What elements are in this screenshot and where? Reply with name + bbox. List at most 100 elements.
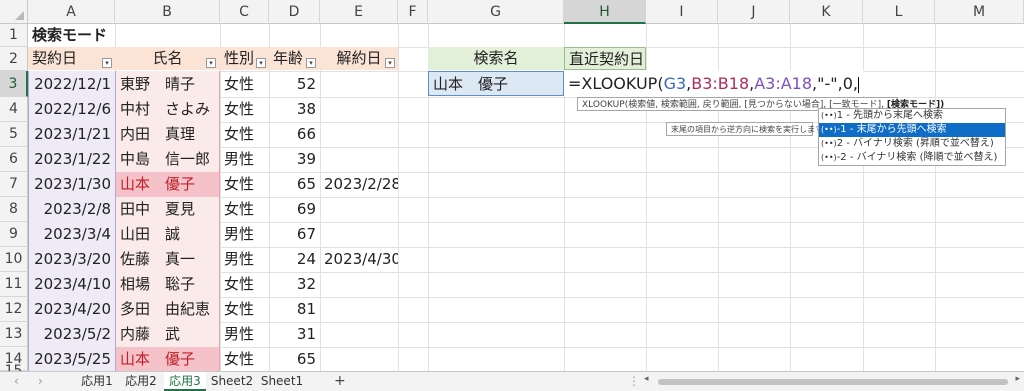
age-cell[interactable]: 32: [269, 272, 320, 297]
filter-button-cancel[interactable]: [385, 58, 395, 68]
prev-sheet-arrow[interactable]: ‹: [14, 372, 19, 391]
age-cell[interactable]: 65: [269, 347, 320, 371]
column-header-C[interactable]: C: [220, 0, 269, 24]
name-cell[interactable]: 山田 誠: [115, 222, 220, 247]
column-header-L[interactable]: L: [863, 0, 935, 24]
scroll-left-arrow[interactable]: ◂: [644, 374, 649, 384]
name-cell[interactable]: 佐藤 真一: [115, 247, 220, 272]
select-all-corner[interactable]: [0, 0, 28, 24]
sheet-tab-応用3[interactable]: 応用3: [164, 372, 206, 391]
name-cell[interactable]: 山本 優子: [115, 172, 220, 197]
filter-button[interactable]: [102, 58, 112, 68]
name-cell[interactable]: 東野 晴子: [115, 71, 220, 97]
cancel-date-cell[interactable]: [320, 147, 398, 172]
contract-date-cell[interactable]: 2023/3/20: [28, 247, 115, 272]
horizontal-scrollbar[interactable]: ◂ ▸: [644, 374, 1020, 387]
age-cell[interactable]: 52: [269, 71, 320, 97]
contract-date-cell[interactable]: 2023/5/2: [28, 322, 115, 347]
age-cell[interactable]: 67: [269, 222, 320, 247]
cancel-date-cell[interactable]: 2023/2/28: [320, 172, 398, 197]
sheet-tab-応用2[interactable]: 応用2: [120, 372, 162, 391]
contract-date-cell[interactable]: 2022/12/6: [28, 97, 115, 122]
formula-edit-cell[interactable]: =XLOOKUP(G3,B3:B18,A3:A18,"-",0,: [564, 71, 864, 96]
sheet-tab-Sheet2[interactable]: Sheet2: [208, 372, 256, 391]
column-header-J[interactable]: J: [718, 0, 790, 24]
gender-cell[interactable]: 女性: [220, 297, 269, 322]
filter-button-gender[interactable]: [256, 58, 266, 68]
scrollbar-thumb[interactable]: [658, 379, 1008, 385]
name-cell[interactable]: 相場 聡子: [115, 272, 220, 297]
filter-button-name[interactable]: [206, 58, 216, 68]
row-header-3[interactable]: 3: [0, 71, 28, 97]
lookup-header-result[interactable]: 直近契約日: [564, 47, 646, 70]
column-header-F[interactable]: F: [398, 0, 428, 24]
age-cell[interactable]: 38: [269, 97, 320, 122]
gender-cell[interactable]: 女性: [220, 172, 269, 197]
cancel-date-cell[interactable]: [320, 297, 398, 322]
cancel-date-cell[interactable]: 2023/4/30: [320, 247, 398, 272]
age-cell[interactable]: 69: [269, 197, 320, 222]
lookup-header-name[interactable]: 検索名: [428, 47, 564, 70]
row-header-9[interactable]: 9: [0, 222, 28, 247]
header-name[interactable]: 氏名: [115, 47, 220, 70]
sheet-tab-Sheet1[interactable]: Sheet1: [258, 372, 306, 391]
filter-button-age[interactable]: [306, 58, 316, 68]
cancel-date-cell[interactable]: [320, 222, 398, 247]
gender-cell[interactable]: 女性: [220, 97, 269, 122]
column-header-M[interactable]: M: [935, 0, 1024, 24]
column-header-A[interactable]: A: [28, 0, 115, 24]
gender-cell[interactable]: 男性: [220, 147, 269, 172]
cancel-date-cell[interactable]: [320, 272, 398, 297]
contract-date-cell[interactable]: 2023/1/22: [28, 147, 115, 172]
name-cell[interactable]: 中村 さよみ: [115, 97, 220, 122]
gender-cell[interactable]: 男性: [220, 322, 269, 347]
gender-cell[interactable]: 女性: [220, 272, 269, 297]
gender-cell[interactable]: 女性: [220, 122, 269, 147]
name-cell[interactable]: 中島 信一郎: [115, 147, 220, 172]
column-header-E[interactable]: E: [320, 0, 398, 24]
autocomplete-option[interactable]: (••)-2 - バイナリ検索 (降順で並べ替え): [819, 151, 1005, 165]
cancel-date-cell[interactable]: [320, 97, 398, 122]
cancel-date-cell[interactable]: [320, 122, 398, 147]
row-header-4[interactable]: 4: [0, 97, 28, 122]
column-header-H[interactable]: H: [564, 0, 646, 24]
gender-cell[interactable]: 女性: [220, 71, 269, 97]
name-cell[interactable]: 山本 優子: [115, 347, 220, 371]
name-cell[interactable]: 多田 由紀恵: [115, 297, 220, 322]
contract-date-cell[interactable]: 2023/5/25: [28, 347, 115, 371]
column-header-G[interactable]: G: [428, 0, 564, 24]
gender-cell[interactable]: 男性: [220, 247, 269, 272]
header-contract-date[interactable]: 契約日: [28, 47, 115, 70]
add-sheet-button[interactable]: +: [334, 372, 346, 391]
spreadsheet-grid[interactable]: ABCDEFGHIJKLM 123456789101112131415 2022…: [0, 0, 1024, 371]
contract-date-cell[interactable]: 2023/2/8: [28, 197, 115, 222]
age-cell[interactable]: 65: [269, 172, 320, 197]
sheet-tab-応用1[interactable]: 応用1: [76, 372, 118, 391]
row-header-13[interactable]: 13: [0, 322, 28, 347]
age-cell[interactable]: 31: [269, 322, 320, 347]
column-header-D[interactable]: D: [269, 0, 320, 24]
age-cell[interactable]: 39: [269, 147, 320, 172]
row-header-7[interactable]: 7: [0, 172, 28, 197]
autocomplete-list[interactable]: (••)1 - 先頭から末尾へ検索 (••)-1 - 末尾から先頭へ検索 (••)2…: [818, 108, 1006, 166]
contract-date-cell[interactable]: 2023/4/10: [28, 272, 115, 297]
cancel-date-cell[interactable]: [320, 347, 398, 371]
age-cell[interactable]: 81: [269, 297, 320, 322]
scroll-right-arrow[interactable]: ▸: [1015, 374, 1020, 384]
contract-date-cell[interactable]: 2023/1/21: [28, 122, 115, 147]
name-cell[interactable]: 田中 夏見: [115, 197, 220, 222]
age-cell[interactable]: 66: [269, 122, 320, 147]
gender-cell[interactable]: 女性: [220, 197, 269, 222]
name-cell[interactable]: 内田 真理: [115, 122, 220, 147]
contract-date-cell[interactable]: 2022/12/1: [28, 71, 115, 97]
row-header-12[interactable]: 12: [0, 297, 28, 322]
cancel-date-cell[interactable]: [320, 71, 398, 97]
gender-cell[interactable]: 女性: [220, 347, 269, 371]
contract-date-cell[interactable]: 2023/4/20: [28, 297, 115, 322]
column-header-I[interactable]: I: [646, 0, 718, 24]
autocomplete-option[interactable]: (••)2 - バイナリ検索 (昇順で並べ替え): [819, 137, 1005, 151]
column-header-K[interactable]: K: [790, 0, 863, 24]
cancel-date-cell[interactable]: [320, 197, 398, 222]
row-header-6[interactable]: 6: [0, 147, 28, 172]
cancel-date-cell[interactable]: [320, 322, 398, 347]
